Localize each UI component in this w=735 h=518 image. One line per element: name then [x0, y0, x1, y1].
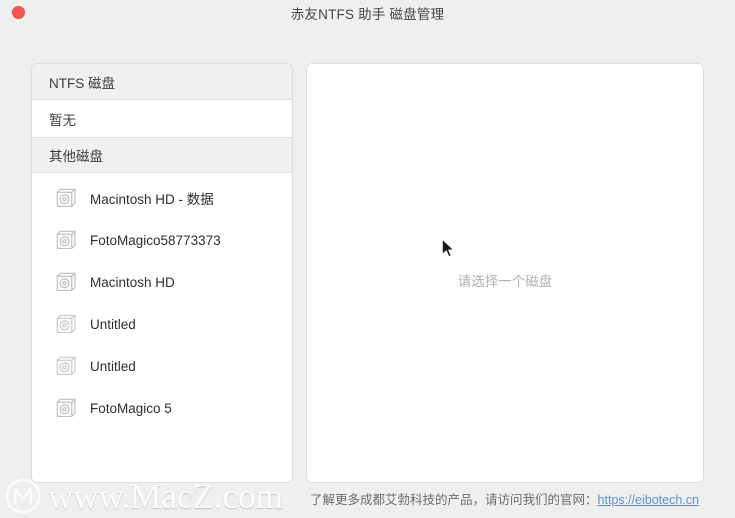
- other-disk-list: Macintosh HD - 数据 FotoMagico58773373 Mac…: [32, 173, 292, 429]
- official-site-link[interactable]: https://eibotech.cn: [598, 493, 699, 507]
- title-bar: 赤友NTFS 助手 磁盘管理: [0, 0, 735, 48]
- list-item[interactable]: FotoMagico58773373: [32, 219, 292, 261]
- list-item-label: Macintosh HD - 数据: [90, 192, 214, 207]
- disk-sidebar: NTFS 磁盘 暂无 其他磁盘 Macintosh HD - 数据 FotoMa…: [31, 63, 293, 483]
- ntfs-empty-row: 暂无: [32, 100, 292, 137]
- app-window: 赤友NTFS 助手 磁盘管理 NTFS 磁盘 暂无 其他磁盘 Macintosh…: [0, 0, 735, 518]
- section-header-other: 其他磁盘: [32, 137, 292, 173]
- list-item-label: Untitled: [90, 316, 136, 332]
- list-item-label: FotoMagico58773373: [90, 232, 221, 248]
- status-message-text: 了解更多成都艾勃科技的产品，请访问我们的官网：: [310, 493, 598, 507]
- hard-disk-icon: [56, 398, 76, 417]
- section-header-ntfs-label: NTFS 磁盘: [49, 75, 115, 91]
- list-item[interactable]: FotoMagico 5: [32, 387, 292, 429]
- list-item-label: Macintosh HD: [90, 274, 175, 290]
- hard-disk-icon: [56, 314, 76, 333]
- list-item-label: Untitled: [90, 358, 136, 374]
- hard-disk-icon: [56, 188, 76, 207]
- list-item[interactable]: Macintosh HD: [32, 261, 292, 303]
- status-message: 了解更多成都艾勃科技的产品，请访问我们的官网：https://eibotech.…: [310, 489, 699, 508]
- list-item-label: FotoMagico 5: [90, 400, 172, 416]
- section-header-ntfs: NTFS 磁盘: [32, 64, 292, 100]
- hard-disk-icon: [56, 230, 76, 249]
- detail-placeholder-text: 请选择一个磁盘: [457, 274, 553, 289]
- window-title: 赤友NTFS 助手 磁盘管理: [290, 7, 445, 22]
- disk-detail-panel: 请选择一个磁盘: [306, 63, 704, 483]
- hard-disk-icon: [56, 356, 76, 375]
- bottom-status-bar: 了解更多成都艾勃科技的产品，请访问我们的官网：https://eibotech.…: [0, 488, 735, 512]
- hard-disk-icon: [56, 272, 76, 291]
- list-item[interactable]: Macintosh HD - 数据: [32, 177, 292, 219]
- list-item[interactable]: Untitled: [32, 345, 292, 387]
- ntfs-empty-label: 暂无: [49, 112, 76, 128]
- section-header-other-label: 其他磁盘: [49, 149, 103, 164]
- list-item[interactable]: Untitled: [32, 303, 292, 345]
